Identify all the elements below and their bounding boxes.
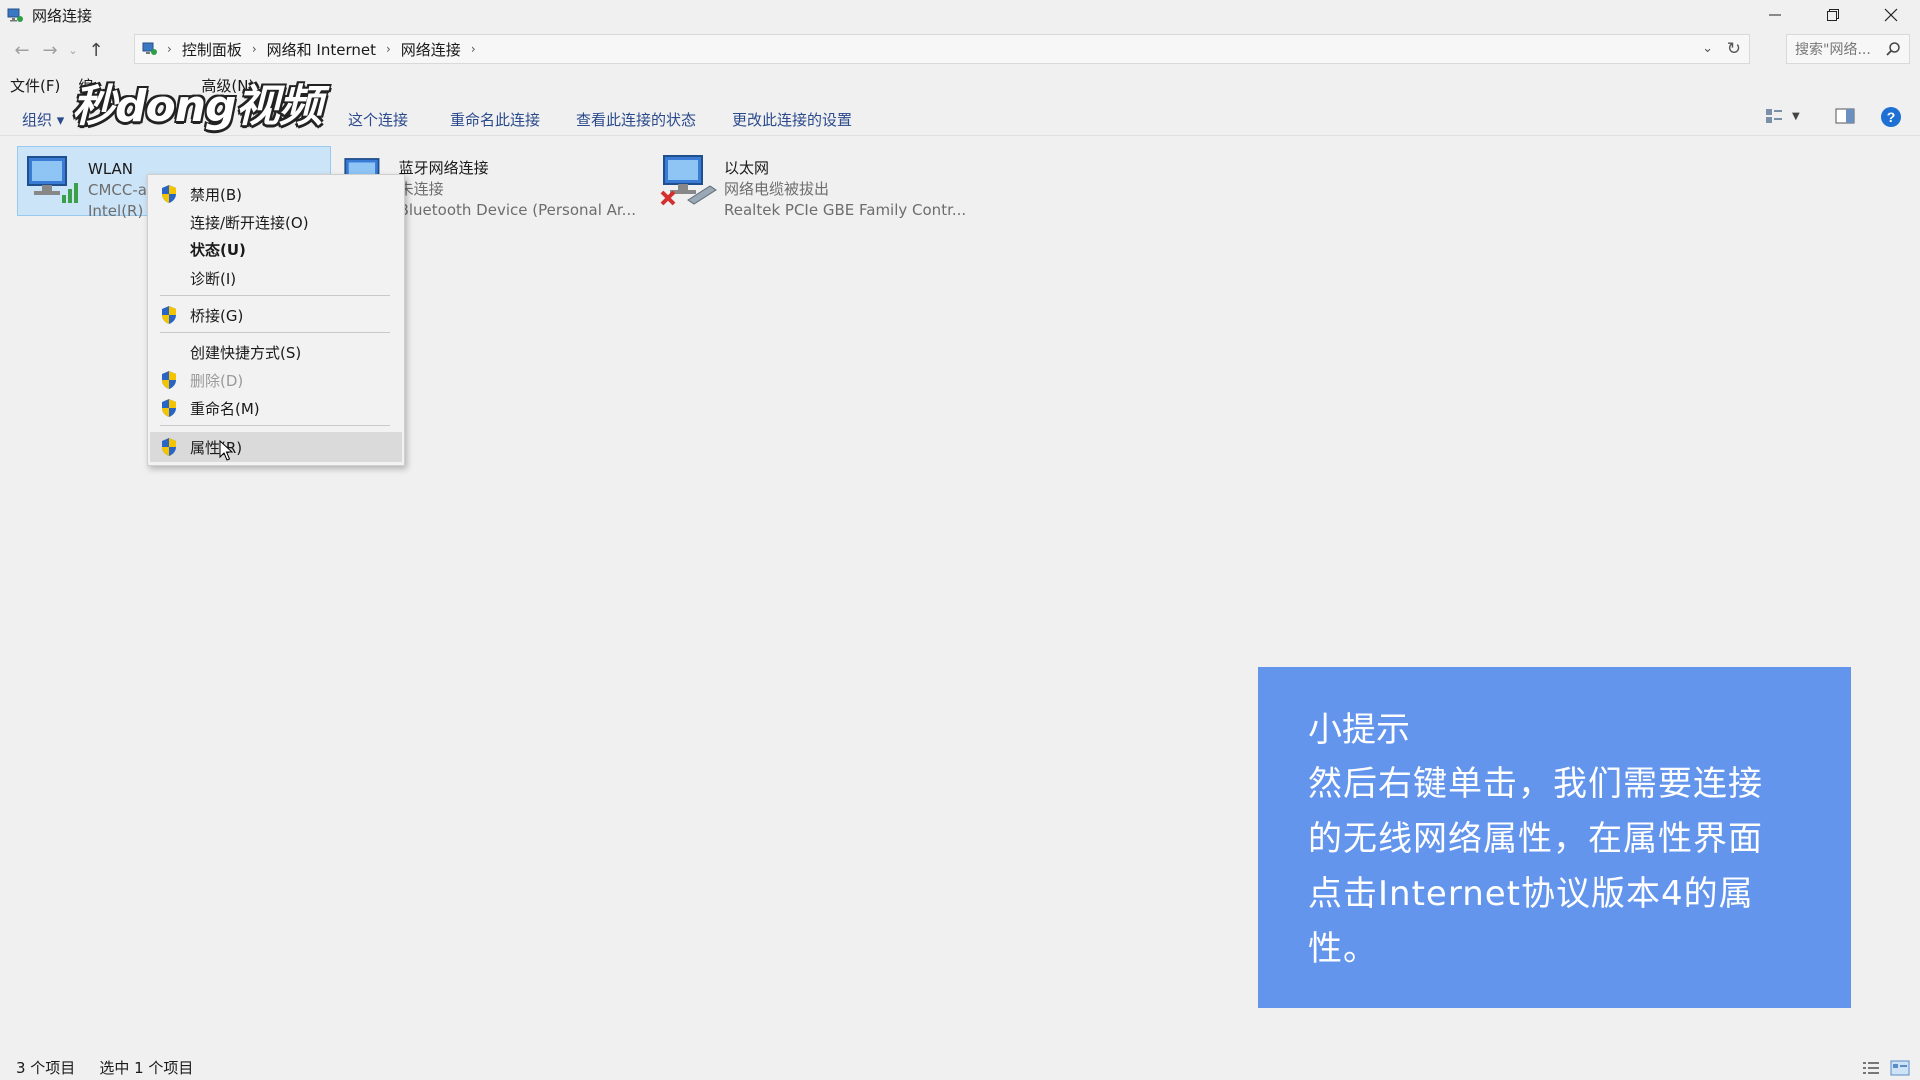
uac-shield-icon	[162, 399, 176, 417]
ctx-properties[interactable]: 属性(R)	[150, 432, 402, 462]
tip-line: 点击Internet协议版本4的属	[1308, 874, 1754, 914]
connection-name: 以太网	[724, 159, 770, 177]
ethernet-network-icon	[660, 155, 717, 206]
tip-overlay: 小提示 然后右键单击，我们需要连接 的无线网络属性，在属性界面 点击Intern…	[1258, 667, 1851, 1008]
connection-device: Bluetooth Device (Personal Ar...	[398, 201, 636, 219]
connection-device: Realtek PCIe GBE Family Contr...	[724, 201, 967, 219]
recent-locations-button[interactable]: ⌄	[64, 32, 82, 68]
ctx-label: 创建快捷方式(S)	[190, 343, 302, 362]
chevron-down-icon: ⌄	[68, 43, 78, 57]
uac-shield-icon	[162, 438, 176, 456]
connection-status: CMCC-a	[88, 181, 147, 199]
arrow-up-icon: ↑	[88, 39, 104, 61]
tip-line: 性。	[1308, 929, 1378, 969]
help-icon: ?	[1881, 107, 1901, 127]
forward-button[interactable]: →	[36, 32, 64, 68]
title-bar: 网络连接	[0, 0, 1920, 30]
details-view-icon[interactable]	[1862, 1060, 1880, 1076]
cmd-rename-connection[interactable]: 重命名此连接	[450, 109, 540, 130]
breadcrumb-separator: ›	[167, 42, 172, 56]
ctx-label: 诊断(I)	[190, 269, 237, 288]
ctx-delete: 删除(D)	[150, 367, 402, 393]
tip-line: 然后右键单击，我们需要连接	[1308, 764, 1763, 804]
breadcrumb-network-internet[interactable]: 网络和 Internet	[267, 39, 376, 60]
cmd-view-status[interactable]: 查看此连接的状态	[576, 109, 696, 130]
ctx-label: 重命名(M)	[190, 399, 260, 418]
item-count: 3 个项目	[16, 1059, 76, 1077]
connection-device: Intel(R)	[88, 202, 144, 220]
ctx-disable[interactable]: 禁用(B)	[150, 181, 402, 207]
cmd-change-settings[interactable]: 更改此连接的设置	[732, 109, 852, 130]
uac-shield-icon	[162, 371, 176, 389]
window-title: 网络连接	[32, 6, 93, 25]
uac-shield-icon	[162, 306, 176, 324]
ctx-label: 禁用(B)	[190, 185, 242, 204]
tip-title: 小提示	[1308, 710, 1410, 750]
mouse-cursor-icon	[219, 440, 233, 461]
menu-file[interactable]: 文件(F)	[10, 75, 60, 96]
ctx-bridge[interactable]: 桥接(G)	[150, 302, 402, 328]
ctx-separator	[160, 332, 390, 333]
ctx-label: 桥接(G)	[190, 306, 244, 325]
ctx-status[interactable]: 状态(U)	[150, 236, 402, 262]
up-button[interactable]: ↑	[82, 32, 110, 68]
connection-name: 蓝牙网络连接	[398, 159, 489, 177]
arrow-right-icon: →	[42, 39, 58, 61]
ctx-create-shortcut[interactable]: 创建快捷方式(S)	[150, 339, 402, 365]
restore-button[interactable]	[1804, 0, 1862, 30]
search-placeholder: 搜索"网络...	[1795, 42, 1871, 58]
ctx-label: 状态(U)	[190, 240, 246, 259]
tip-line: 的无线网络属性，在属性界面	[1308, 819, 1763, 859]
connection-status: 未连接	[398, 180, 444, 198]
breadcrumb-separator: ›	[251, 42, 257, 56]
ctx-separator	[160, 425, 390, 426]
tiles-view-icon[interactable]	[1890, 1060, 1910, 1076]
ctx-separator	[160, 295, 390, 296]
restore-icon	[1827, 9, 1839, 21]
close-button[interactable]	[1862, 0, 1920, 30]
ctx-label: 删除(D)	[190, 371, 244, 390]
watermark-text: 秒dong视频	[72, 81, 323, 132]
ctx-label: 属性(R)	[190, 438, 243, 457]
view-options-icon	[1766, 109, 1782, 123]
breadcrumb-control-panel[interactable]: 控制面板	[182, 39, 242, 60]
connection-status: 网络电缆被拔出	[724, 180, 830, 198]
ctx-label: 连接/断开连接(O)	[190, 213, 309, 232]
network-connections-icon	[7, 8, 23, 22]
change-view-button[interactable]: ▼	[1764, 106, 1800, 126]
ctx-connect-disconnect[interactable]: 连接/断开连接(O)	[150, 209, 402, 235]
uac-shield-icon	[162, 185, 176, 203]
help-button[interactable]: ?	[1880, 106, 1902, 128]
organize-button[interactable]: 组织 ▾	[22, 109, 64, 130]
breadcrumb-network-connections[interactable]: 网络连接	[401, 39, 461, 60]
preview-pane-icon	[1835, 108, 1855, 124]
arrow-left-icon: ←	[14, 39, 30, 61]
connection-tile-ethernet[interactable]: 以太网 网络电缆被拔出 Realtek PCIe GBE Family Cont…	[654, 146, 974, 219]
selected-count: 选中 1 个项目	[99, 1059, 194, 1077]
minimize-button[interactable]	[1746, 0, 1804, 30]
minimize-icon	[1769, 14, 1781, 16]
search-input[interactable]: 搜索"网络...	[1786, 34, 1910, 64]
video-watermark-logo: 秒dong视频	[72, 70, 358, 134]
navigation-row: ← → ⌄ ↑ › 控制面板 › 网络和 Internet › 网络连接 › ⌄…	[0, 32, 1920, 68]
control-panel-icon	[142, 42, 157, 55]
wifi-network-icon	[27, 156, 78, 203]
address-bar[interactable]: › 控制面板 › 网络和 Internet › 网络连接 › ⌄ ↻	[134, 34, 1750, 64]
svg-text:?: ?	[1887, 109, 1896, 125]
address-history-chevron-icon[interactable]: ⌄	[1702, 41, 1713, 56]
chevron-down-icon: ▼	[1792, 110, 1800, 122]
ctx-diagnose[interactable]: 诊断(I)	[150, 265, 402, 291]
breadcrumb-separator: ›	[470, 42, 476, 56]
search-icon	[1886, 42, 1900, 56]
status-bar: 3 个项目 选中 1 个项目	[0, 1055, 1920, 1080]
back-button[interactable]: ←	[8, 32, 36, 68]
preview-pane-button[interactable]	[1834, 106, 1856, 126]
close-icon	[1884, 8, 1898, 22]
breadcrumb-separator: ›	[385, 42, 391, 56]
context-menu: 禁用(B) 连接/断开连接(O) 状态(U) 诊断(I) 桥接(G) 创建快捷方…	[147, 174, 405, 466]
refresh-icon[interactable]: ↻	[1727, 39, 1741, 59]
ctx-rename[interactable]: 重命名(M)	[150, 395, 402, 421]
connection-name: WLAN	[88, 160, 134, 178]
